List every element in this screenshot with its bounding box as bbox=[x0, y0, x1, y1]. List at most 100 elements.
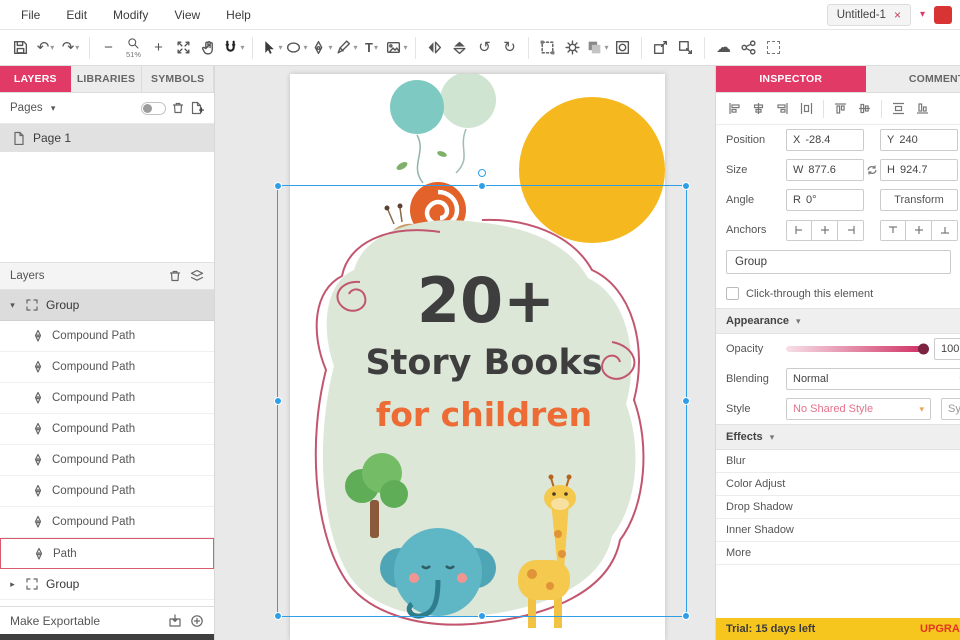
resize-handle-e[interactable] bbox=[682, 397, 690, 405]
image-tool-button[interactable]: ▾ bbox=[385, 34, 408, 62]
effect-inner-shadow[interactable]: Inner Shadow bbox=[716, 519, 960, 542]
pages-visibility-toggle[interactable] bbox=[141, 101, 166, 115]
resize-handle-nw[interactable] bbox=[274, 182, 282, 190]
canvas[interactable]: 20+ Story Books for children bbox=[215, 66, 715, 640]
menu-file[interactable]: File bbox=[8, 8, 53, 22]
page-row[interactable]: Page 1 bbox=[0, 124, 214, 152]
boolean-ops-button[interactable]: ▾ bbox=[586, 34, 609, 62]
flatten-selection-icon[interactable] bbox=[190, 269, 204, 283]
effect-drop-shadow[interactable]: Drop Shadow bbox=[716, 496, 960, 519]
anchor-bottom-button[interactable] bbox=[932, 219, 958, 241]
selection-bounding-box[interactable] bbox=[274, 169, 690, 620]
snapping-button[interactable]: ▾ bbox=[222, 34, 245, 62]
link-dimensions-icon[interactable] bbox=[866, 164, 878, 176]
align-bottom-icon[interactable] bbox=[915, 101, 930, 116]
promo-icon[interactable] bbox=[934, 5, 952, 24]
tab-libraries[interactable]: LIBRARIES bbox=[71, 66, 143, 92]
resize-handle-se[interactable] bbox=[682, 612, 690, 620]
effect-more[interactable]: More bbox=[716, 542, 960, 565]
anchor-left-button[interactable] bbox=[786, 219, 812, 241]
resize-handle-w[interactable] bbox=[274, 397, 282, 405]
resize-handle-sw[interactable] bbox=[274, 612, 282, 620]
tab-comments[interactable]: COMMENTS bbox=[866, 66, 960, 92]
menu-view[interactable]: View bbox=[161, 8, 213, 22]
effect-color-adjust[interactable]: Color Adjust bbox=[716, 473, 960, 496]
layer-row-path[interactable]: Path bbox=[0, 538, 214, 569]
zoom-in-button[interactable]: + bbox=[147, 34, 170, 62]
bring-forward-button[interactable] bbox=[649, 34, 672, 62]
layer-row-compound-path[interactable]: Compound Path bbox=[0, 352, 214, 383]
anchor-center-button[interactable] bbox=[812, 219, 838, 241]
y-input[interactable]: Y 240 bbox=[880, 129, 958, 151]
rotate-handle[interactable] bbox=[478, 169, 486, 177]
select-tool-button[interactable]: ▾ bbox=[260, 34, 283, 62]
tab-layers[interactable]: LAYERS bbox=[0, 66, 71, 92]
distribute-horizontal-icon[interactable] bbox=[799, 101, 814, 116]
tab-list-chevron-icon[interactable]: ▾ bbox=[920, 9, 925, 20]
edit-points-button[interactable] bbox=[561, 34, 584, 62]
tab-symbols[interactable]: SYMBOLS bbox=[142, 66, 215, 92]
x-input[interactable]: X -28.4 bbox=[786, 129, 864, 151]
layer-row-group[interactable]: ▸ Group bbox=[0, 569, 214, 600]
zoom-tool-button[interactable]: 51% bbox=[122, 34, 145, 62]
element-type-select[interactable]: Group bbox=[726, 250, 951, 274]
text-tool-button[interactable]: T ▾ bbox=[360, 34, 383, 62]
resize-handle-ne[interactable] bbox=[682, 182, 690, 190]
upgrade-link[interactable]: UPGRADE NOW bbox=[900, 623, 960, 635]
transform-menu-button[interactable]: Transform bbox=[880, 189, 958, 211]
transform-button[interactable] bbox=[536, 34, 559, 62]
pen-tool-button[interactable]: ▾ bbox=[310, 34, 333, 62]
layer-row-compound-path[interactable]: Compound Path bbox=[0, 445, 214, 476]
flip-horizontal-button[interactable] bbox=[423, 34, 446, 62]
width-input[interactable]: W 877.6 bbox=[786, 159, 864, 181]
add-export-icon[interactable] bbox=[190, 614, 204, 628]
resize-handle-s[interactable] bbox=[478, 612, 486, 620]
layer-row-compound-path[interactable]: Compound Path bbox=[0, 476, 214, 507]
caret-right-icon[interactable]: ▸ bbox=[7, 579, 18, 590]
appearance-section-header[interactable]: Appearance ▾ bbox=[716, 308, 960, 334]
resize-handle-n[interactable] bbox=[478, 182, 486, 190]
align-right-icon[interactable] bbox=[775, 101, 790, 116]
caret-down-icon[interactable]: ▾ bbox=[7, 300, 18, 311]
align-middle-vertical-icon[interactable] bbox=[857, 101, 872, 116]
trash-icon[interactable] bbox=[168, 269, 182, 283]
close-document-icon[interactable]: × bbox=[894, 8, 901, 22]
layer-row-compound-path[interactable]: Compound Path bbox=[0, 321, 214, 352]
effect-blur[interactable]: Blur bbox=[716, 450, 960, 473]
align-top-icon[interactable] bbox=[833, 101, 848, 116]
effects-section-header[interactable]: Effects ▾ bbox=[716, 424, 960, 450]
height-input[interactable]: H 924.7 bbox=[880, 159, 958, 181]
align-center-horizontal-icon[interactable] bbox=[751, 101, 766, 116]
menu-edit[interactable]: Edit bbox=[53, 8, 100, 22]
opacity-slider-knob[interactable] bbox=[918, 343, 929, 355]
layer-row-group[interactable]: ▾ Group bbox=[0, 290, 214, 321]
chevron-down-icon[interactable]: ▾ bbox=[48, 103, 59, 114]
fit-screen-button[interactable] bbox=[172, 34, 195, 62]
layer-row-compound-path[interactable]: Compound Path bbox=[0, 507, 214, 538]
make-exportable-row[interactable]: Make Exportable bbox=[0, 606, 214, 634]
add-page-icon[interactable] bbox=[190, 101, 204, 115]
redo-button[interactable]: ↷ ▾ bbox=[59, 34, 82, 62]
marquee-select-button[interactable] bbox=[762, 34, 785, 62]
menu-help[interactable]: Help bbox=[213, 8, 264, 22]
shared-style-select[interactable]: No Shared Style ▾ bbox=[786, 398, 931, 420]
shape-tool-button[interactable]: ▾ bbox=[285, 34, 308, 62]
knife-tool-button[interactable]: ▾ bbox=[335, 34, 358, 62]
export-icon[interactable] bbox=[168, 613, 182, 628]
tab-inspector[interactable]: INSPECTOR bbox=[716, 66, 866, 92]
anchor-right-button[interactable] bbox=[838, 219, 864, 241]
zoom-out-button[interactable]: − bbox=[97, 34, 120, 62]
opacity-slider[interactable] bbox=[786, 343, 929, 355]
rotation-input[interactable]: R 0° bbox=[786, 189, 864, 211]
distribute-vertical-icon[interactable] bbox=[891, 101, 906, 116]
anchor-middle-button[interactable] bbox=[906, 219, 932, 241]
hand-tool-button[interactable] bbox=[197, 34, 220, 62]
blending-select[interactable]: Normal ▾ bbox=[786, 368, 960, 390]
symbol-button[interactable]: Symbol bbox=[941, 398, 960, 420]
layer-row-compound-path[interactable]: Compound Path bbox=[0, 414, 214, 445]
save-button[interactable] bbox=[9, 34, 32, 62]
document-tab[interactable]: Untitled-1 × bbox=[826, 3, 911, 26]
align-left-icon[interactable] bbox=[727, 101, 742, 116]
mask-button[interactable] bbox=[611, 34, 634, 62]
menu-modify[interactable]: Modify bbox=[100, 8, 161, 22]
